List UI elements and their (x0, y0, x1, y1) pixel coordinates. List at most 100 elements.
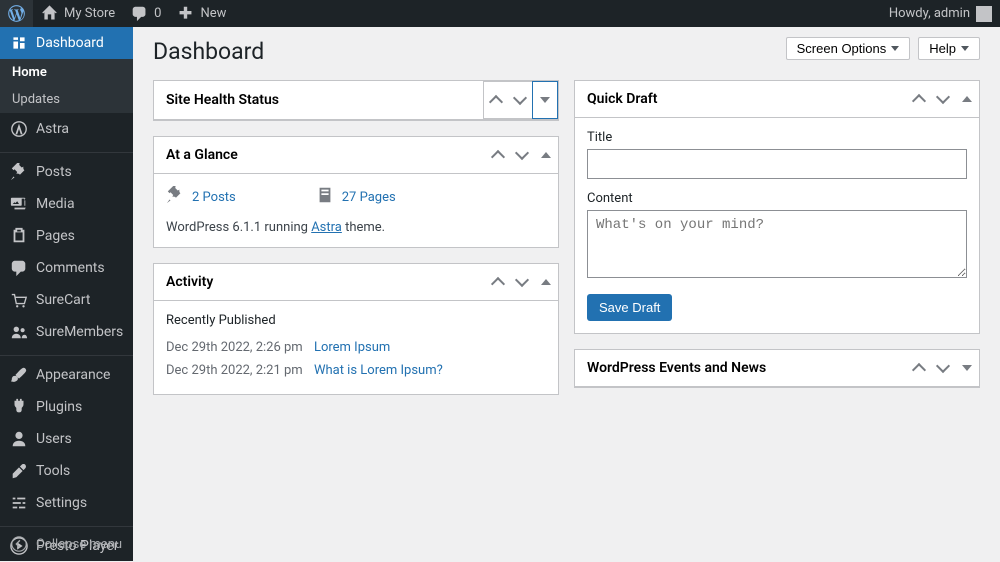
comments-link[interactable]: 0 (123, 0, 169, 27)
move-down-button[interactable] (510, 137, 534, 173)
toggle-button[interactable] (534, 264, 558, 300)
move-down-button[interactable] (931, 350, 955, 386)
collapse-menu[interactable]: Collapse menu (0, 527, 133, 561)
menu-label: Plugins (36, 399, 82, 415)
main-content: Dashboard Screen Options Help Site Healt… (133, 27, 1000, 561)
admin-bar: My Store 0 New Howdy, admin (0, 0, 1000, 27)
my-account-link[interactable]: Howdy, admin (881, 0, 1000, 27)
triangle-up-icon (541, 279, 551, 285)
chevron-down-icon (515, 146, 529, 160)
site-health-postbox: Site Health Status (153, 80, 559, 121)
menu-surecart[interactable]: SureCart (0, 284, 133, 316)
toggle-button[interactable] (533, 82, 557, 118)
greeting-label: Howdy, admin (889, 6, 970, 21)
events-title: WordPress Events and News (575, 350, 778, 386)
collapse-icon (10, 535, 28, 553)
menu-label: Astra (36, 121, 69, 137)
dashboard-icon (10, 34, 28, 52)
move-up-button[interactable] (907, 350, 931, 386)
menu-tools[interactable]: Tools (0, 455, 133, 487)
menu-users[interactable]: Users (0, 423, 133, 455)
suremembers-icon (10, 323, 28, 341)
chevron-up-icon (912, 363, 926, 377)
toggle-button[interactable] (955, 350, 979, 386)
activity-postbox: Activity Recently Published Dec 29th 202… (153, 263, 559, 395)
chevron-up-icon (912, 94, 926, 108)
move-down-button[interactable] (510, 264, 534, 300)
chevron-down-icon (513, 91, 527, 105)
menu-label: Comments (36, 260, 105, 276)
move-up-button[interactable] (484, 82, 508, 118)
activity-row: Dec 29th 2022, 2:21 pm What is Lorem Ips… (166, 359, 546, 382)
move-down-button[interactable] (508, 82, 532, 118)
menu-label: Tools (36, 463, 70, 479)
activity-post-link[interactable]: Lorem Ipsum (314, 340, 390, 355)
menu-suremembers[interactable]: SureMembers (0, 316, 133, 348)
site-name-link[interactable]: My Store (33, 0, 123, 27)
menu-settings[interactable]: Settings (0, 487, 133, 519)
triangle-down-icon (540, 97, 550, 103)
screen-options-button[interactable]: Screen Options (786, 37, 911, 60)
brush-icon (10, 366, 28, 384)
chevron-down-icon (936, 359, 950, 373)
menu-label: Posts (36, 164, 72, 180)
new-content-link[interactable]: New (169, 0, 234, 27)
user-avatar-icon (976, 6, 992, 22)
comment-count: 0 (154, 6, 161, 21)
chevron-down-icon (936, 90, 950, 104)
wordpress-icon (8, 5, 25, 22)
help-button[interactable]: Help (918, 37, 980, 60)
move-up-button[interactable] (486, 264, 510, 300)
chevron-up-icon (489, 95, 503, 109)
wp-logo[interactable] (0, 0, 33, 27)
activity-date: Dec 29th 2022, 2:21 pm (166, 363, 303, 378)
menu-posts[interactable]: Posts (0, 156, 133, 188)
activity-title: Activity (154, 264, 225, 300)
menu-label: Media (36, 196, 75, 212)
menu-pages[interactable]: Pages (0, 220, 133, 252)
submenu-home[interactable]: Home (0, 59, 133, 86)
menu-label: Pages (36, 228, 75, 244)
screen-options-label: Screen Options (797, 41, 887, 56)
menu-plugins[interactable]: Plugins (0, 391, 133, 423)
submenu-updates[interactable]: Updates (0, 86, 133, 113)
site-name-label: My Store (64, 6, 115, 21)
chevron-up-icon (491, 277, 505, 291)
glance-posts-link[interactable]: 2 Posts (192, 190, 236, 205)
triangle-up-icon (541, 152, 551, 158)
qd-title-input[interactable] (587, 149, 967, 179)
qd-content-label: Content (587, 191, 967, 206)
user-icon (10, 430, 28, 448)
media-icon (10, 195, 28, 213)
menu-astra[interactable]: Astra (0, 113, 133, 145)
quick-draft-title: Quick Draft (575, 81, 669, 117)
menu-comments[interactable]: Comments (0, 252, 133, 284)
submenu-dashboard: Home Updates (0, 59, 133, 113)
triangle-up-icon (962, 96, 972, 102)
move-up-button[interactable] (486, 137, 510, 173)
site-health-title: Site Health Status (154, 82, 291, 118)
sliders-icon (10, 494, 28, 512)
comment-icon (131, 5, 148, 22)
menu-media[interactable]: Media (0, 188, 133, 220)
menu-appearance[interactable]: Appearance (0, 359, 133, 391)
collapse-label: Collapse menu (36, 537, 122, 552)
menu-label: SureCart (36, 292, 90, 308)
move-up-button[interactable] (907, 81, 931, 117)
toggle-button[interactable] (955, 81, 979, 117)
glance-pages-link[interactable]: 27 Pages (342, 190, 396, 205)
menu-dashboard[interactable]: Dashboard (0, 27, 133, 59)
comments-icon (10, 259, 28, 277)
qd-content-textarea[interactable] (587, 210, 967, 278)
admin-sidebar: Dashboard Home Updates Astra Posts Media… (0, 27, 133, 561)
glance-title: At a Glance (154, 137, 250, 173)
activity-section-title: Recently Published (166, 313, 546, 328)
glance-version: WordPress 6.1.1 running Astra theme. (166, 220, 546, 235)
astra-icon (10, 120, 28, 138)
glance-theme-link[interactable]: Astra (311, 220, 342, 235)
move-down-button[interactable] (931, 81, 955, 117)
activity-post-link[interactable]: What is Lorem Ipsum? (314, 363, 443, 378)
save-draft-button[interactable]: Save Draft (587, 294, 672, 321)
events-postbox: WordPress Events and News (574, 349, 980, 388)
toggle-button[interactable] (534, 137, 558, 173)
